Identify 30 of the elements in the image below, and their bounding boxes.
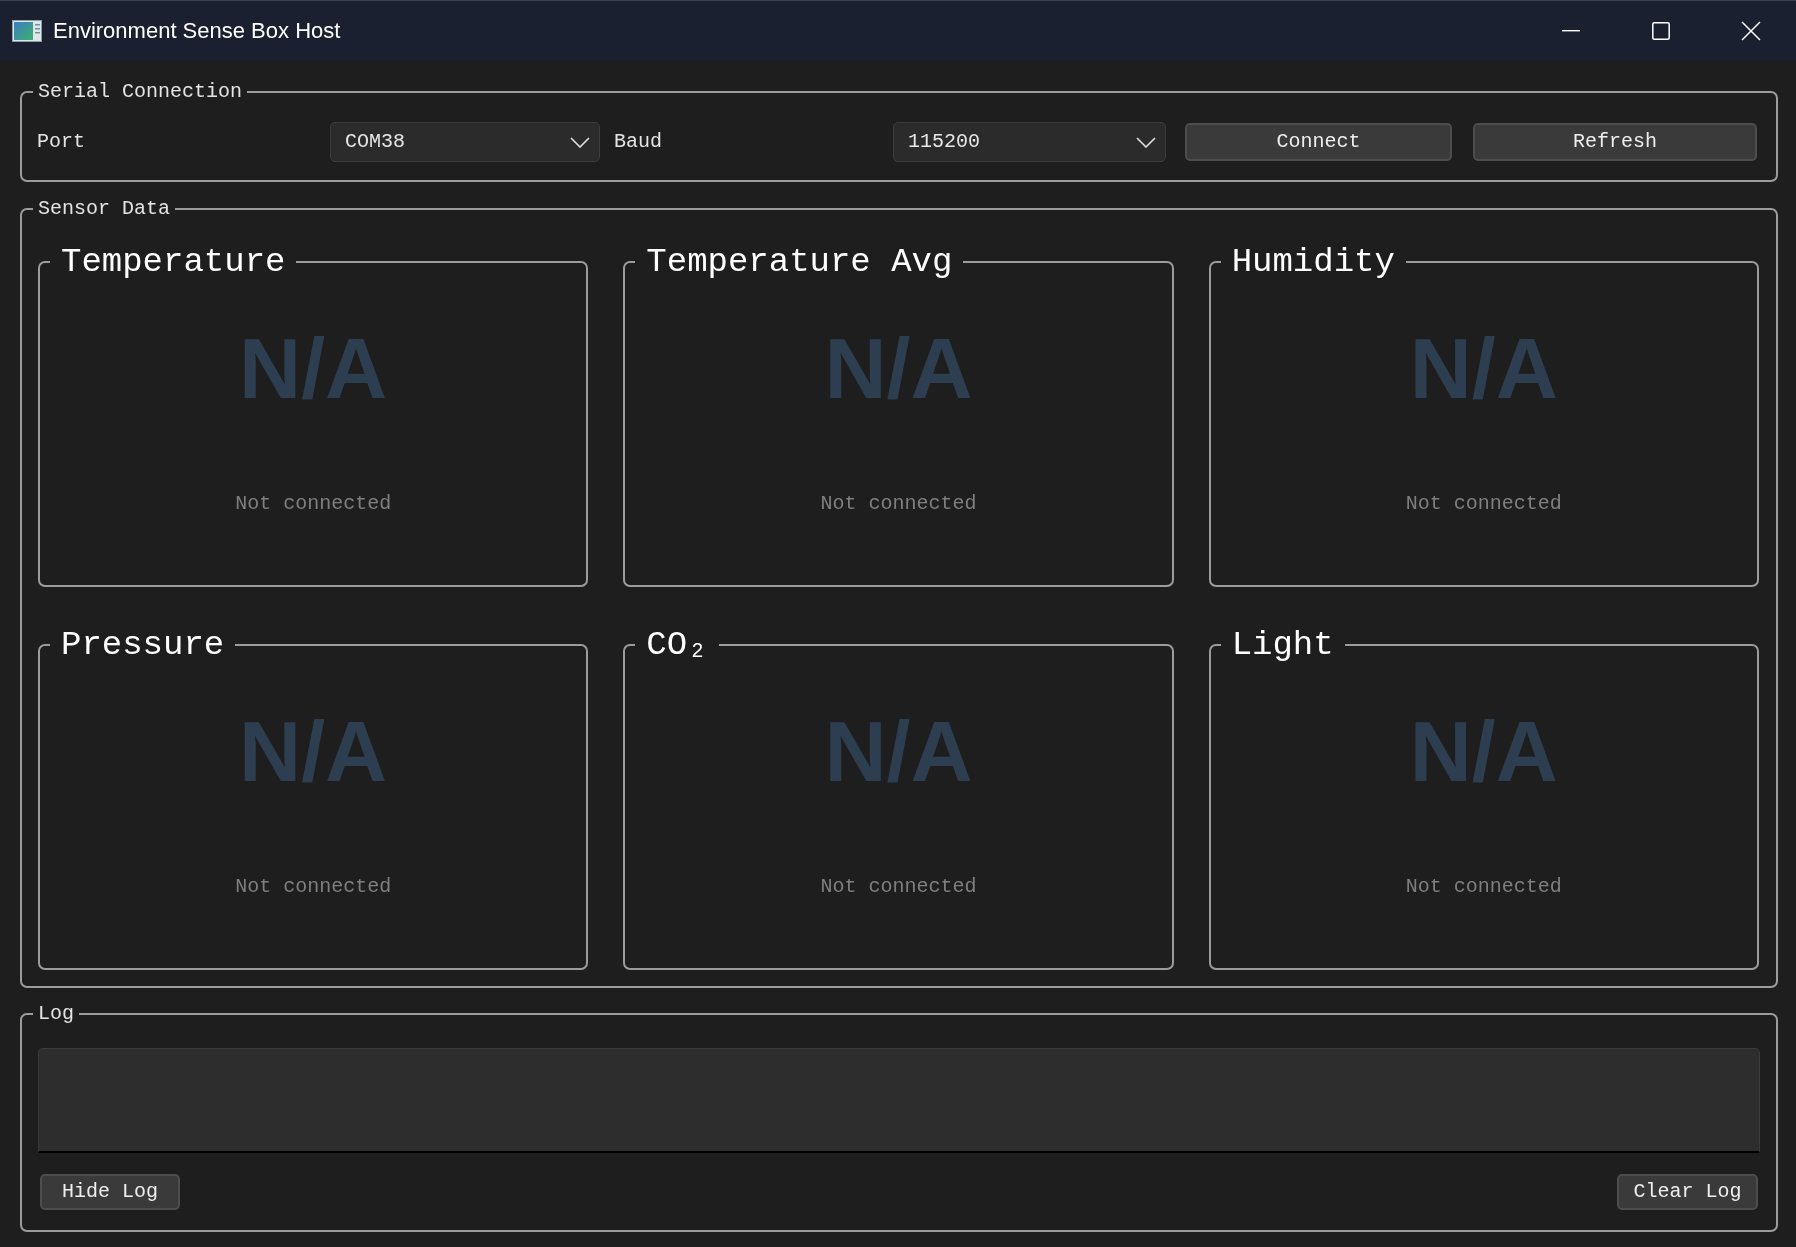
group-title: Serial Connection xyxy=(37,80,244,104)
group-title: Sensor Data xyxy=(37,197,172,221)
group-title: Log xyxy=(37,1002,75,1026)
card-title: Pressure xyxy=(60,625,226,665)
card-title: Humidity xyxy=(1230,242,1396,282)
chevron-down-icon xyxy=(570,136,590,148)
status-text: Not connected xyxy=(1405,875,1562,899)
card-title: Temperature Avg xyxy=(645,242,954,282)
connect-button[interactable]: Connect xyxy=(1185,123,1452,161)
maximize-icon xyxy=(1652,21,1670,40)
status-text: Not connected xyxy=(235,875,392,899)
app-icon xyxy=(12,19,42,42)
port-label: Port xyxy=(37,130,86,154)
close-icon xyxy=(1741,20,1761,41)
clear-log-button[interactable]: Clear Log xyxy=(1617,1174,1758,1210)
refresh-button[interactable]: Refresh xyxy=(1473,123,1757,161)
card-title: Light xyxy=(1230,625,1335,665)
window-title: Environment Sense Box Host xyxy=(53,16,341,45)
port-dropdown[interactable]: COM38 xyxy=(330,122,600,162)
minimize-icon xyxy=(1562,29,1580,32)
card-title: Temperature xyxy=(60,242,287,282)
status-text: Not connected xyxy=(1405,492,1562,516)
status-text: Not connected xyxy=(820,875,977,899)
status-text: Not connected xyxy=(820,492,977,516)
baud-label: Baud xyxy=(614,130,663,154)
chevron-down-icon xyxy=(1136,136,1156,148)
card-title: CO₂ xyxy=(645,625,709,665)
baud-dropdown[interactable]: 115200 xyxy=(893,122,1166,162)
status-text: Not connected xyxy=(235,492,392,516)
hide-log-button[interactable]: Hide Log xyxy=(40,1174,180,1210)
